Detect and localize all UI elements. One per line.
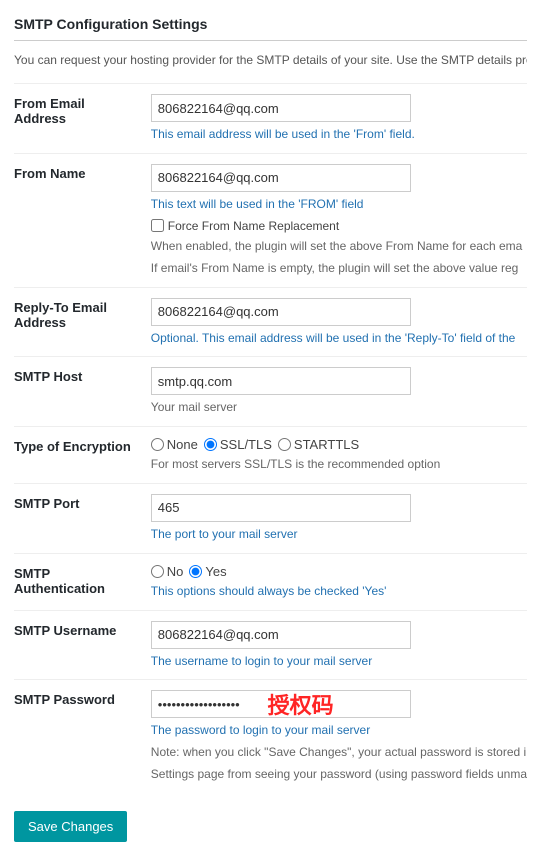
smtp-auth-yes-text: Yes — [205, 564, 226, 579]
force-from-name-row: Force From Name Replacement — [151, 219, 527, 233]
force-from-name-checkbox[interactable] — [151, 219, 164, 232]
smtp-auth-hint: This options should always be checked 'Y… — [151, 583, 527, 600]
smtp-username-field: The username to login to your mail serve… — [147, 610, 527, 680]
smtp-auth-label: SMTP Authentication — [14, 553, 147, 610]
encryption-starttls-radio[interactable] — [278, 438, 291, 451]
smtp-username-input[interactable] — [151, 621, 411, 649]
smtp-host-hint: Your mail server — [151, 399, 527, 416]
encryption-radio-group: None SSL/TLS STARTTLS — [151, 437, 527, 452]
encryption-field: None SSL/TLS STARTTLS For most servers S… — [147, 427, 527, 484]
smtp-auth-no-label[interactable]: No — [151, 564, 184, 579]
smtp-auth-field: No Yes This options should always be che… — [147, 553, 527, 610]
smtp-password-input[interactable] — [151, 690, 411, 718]
encryption-none-label[interactable]: None — [151, 437, 198, 452]
smtp-password-field: 授权码 The password to login to your mail s… — [147, 680, 527, 793]
encryption-ssltls-radio[interactable] — [204, 438, 217, 451]
smtp-auth-yes-radio[interactable] — [189, 565, 202, 578]
from-email-input[interactable] — [151, 94, 411, 122]
encryption-ssltls-label[interactable]: SSL/TLS — [204, 437, 272, 452]
from-name-field: This text will be used in the 'FROM' fie… — [147, 153, 527, 287]
intro-text: You can request your hosting provider fo… — [14, 51, 527, 69]
reply-to-label: Reply-To Email Address — [14, 287, 147, 357]
from-email-hint: This email address will be used in the '… — [151, 126, 527, 143]
password-wrapper: 授权码 — [151, 690, 411, 718]
reply-to-hint: Optional. This email address will be use… — [151, 330, 527, 347]
smtp-password-note1: Note: when you click "Save Changes", you… — [151, 743, 527, 761]
smtp-auth-no-radio[interactable] — [151, 565, 164, 578]
encryption-ssltls-text: SSL/TLS — [220, 437, 272, 452]
smtp-host-label: SMTP Host — [14, 357, 147, 427]
encryption-none-text: None — [167, 437, 198, 452]
from-name-note2: If email's From Name is empty, the plugi… — [151, 259, 527, 277]
encryption-label: Type of Encryption — [14, 427, 147, 484]
encryption-starttls-text: STARTTLS — [294, 437, 359, 452]
from-email-label: From Email Address — [14, 84, 147, 154]
smtp-host-input[interactable] — [151, 367, 411, 395]
smtp-password-note2: Settings page from seeing your password … — [151, 765, 527, 783]
encryption-starttls-label[interactable]: STARTTLS — [278, 437, 359, 452]
reply-to-input[interactable] — [151, 298, 411, 326]
smtp-port-input[interactable] — [151, 494, 411, 522]
smtp-username-hint: The username to login to your mail serve… — [151, 653, 527, 670]
smtp-auth-radio-group: No Yes — [151, 564, 527, 579]
settings-form: From Email Address This email address wi… — [14, 83, 527, 793]
from-name-label: From Name — [14, 153, 147, 287]
save-changes-button[interactable]: Save Changes — [14, 811, 127, 842]
smtp-password-label: SMTP Password — [14, 680, 147, 793]
encryption-none-radio[interactable] — [151, 438, 164, 451]
smtp-port-label: SMTP Port — [14, 483, 147, 553]
reply-to-field: Optional. This email address will be use… — [147, 287, 527, 357]
from-email-field: This email address will be used in the '… — [147, 84, 527, 154]
encryption-hint: For most servers SSL/TLS is the recommen… — [151, 456, 527, 473]
from-name-hint: This text will be used in the 'FROM' fie… — [151, 196, 527, 213]
smtp-port-field: The port to your mail server — [147, 483, 527, 553]
from-name-note1: When enabled, the plugin will set the ab… — [151, 237, 527, 255]
smtp-auth-yes-label[interactable]: Yes — [189, 564, 226, 579]
smtp-port-hint: The port to your mail server — [151, 526, 527, 543]
smtp-auth-no-text: No — [167, 564, 184, 579]
force-from-name-checkbox-label: Force From Name Replacement — [168, 219, 339, 233]
smtp-host-field: Your mail server — [147, 357, 527, 427]
from-name-input[interactable] — [151, 164, 411, 192]
smtp-username-label: SMTP Username — [14, 610, 147, 680]
smtp-password-hint: The password to login to your mail serve… — [151, 722, 527, 739]
page-title: SMTP Configuration Settings — [14, 16, 527, 41]
